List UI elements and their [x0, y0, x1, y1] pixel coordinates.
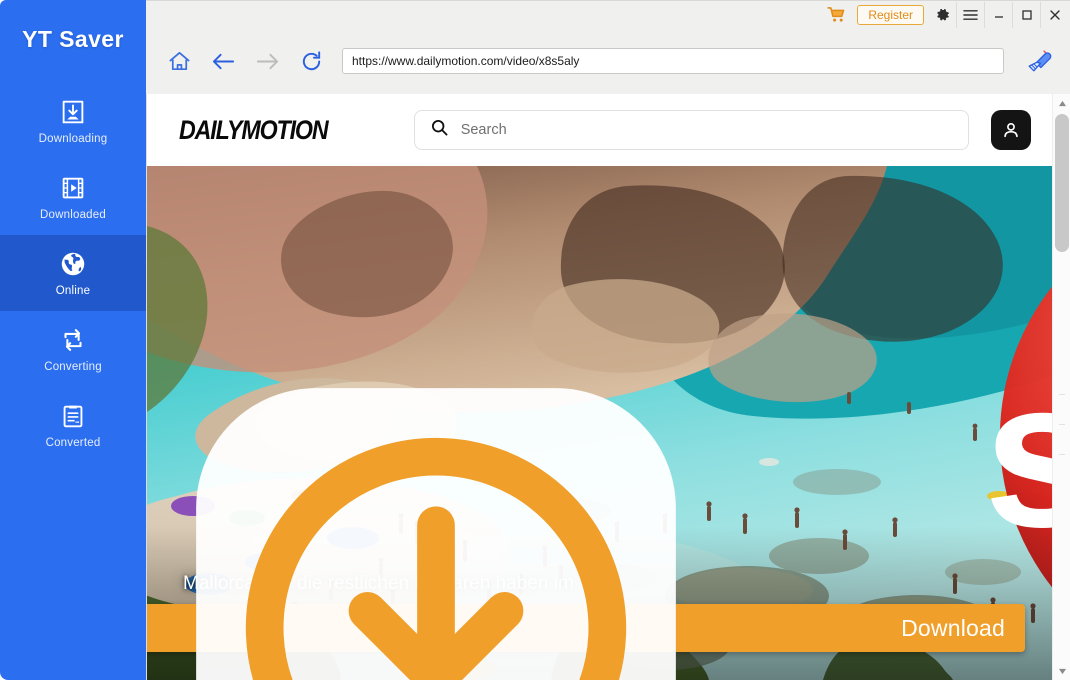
hamburger-menu-icon[interactable] — [956, 1, 984, 28]
scrollbar-thumb[interactable] — [1055, 114, 1069, 252]
sidebar-item-label: Online — [55, 285, 91, 297]
download-circle-icon — [147, 371, 889, 680]
browser-page: DAILYMOTION Search Download — [146, 94, 1070, 680]
broom-icon[interactable] — [1022, 44, 1056, 78]
sidebar-item-converting[interactable]: Converting — [0, 311, 146, 387]
user-avatar-icon[interactable] — [991, 110, 1031, 150]
maximize-icon[interactable] — [1012, 1, 1040, 28]
window-titlebar: Register — [146, 0, 1070, 28]
app-brand-title: YT Saver — [22, 26, 124, 52]
download-button-label: Download — [901, 614, 1005, 641]
film-play-icon — [58, 173, 88, 203]
download-button[interactable]: Download — [147, 388, 1025, 680]
sidebar-item-downloading[interactable]: Downloading — [0, 83, 146, 159]
yt-saver-window: YT Saver Downloading Downloaded Online C… — [0, 0, 1070, 680]
search-icon — [431, 119, 448, 141]
sidebar-item-label: Converting — [44, 361, 102, 373]
document-list-icon — [58, 401, 88, 431]
loop-arrows-icon — [58, 325, 88, 355]
sidebar-item-label: Downloaded — [40, 209, 106, 221]
sidebar-item-label: Downloading — [38, 133, 108, 145]
shopping-cart-icon[interactable] — [821, 3, 851, 27]
sidebar-item-online[interactable]: Online — [0, 235, 146, 311]
browser-toolbar: https://www.dailymotion.com/video/x8s5al… — [146, 28, 1070, 94]
search-placeholder: Search — [460, 122, 507, 138]
sidebar-item-downloaded[interactable]: Downloaded — [0, 159, 146, 235]
sidebar-item-label: Converted — [45, 437, 101, 449]
page-scrollbar[interactable] — [1052, 94, 1070, 680]
video-player[interactable]: spot on news Mallorca und die restlichen… — [147, 166, 1053, 680]
register-button[interactable]: Register — [857, 4, 924, 25]
globe-icon — [58, 249, 88, 279]
close-icon[interactable] — [1040, 1, 1068, 28]
search-input[interactable]: Search — [413, 110, 969, 150]
reload-icon[interactable] — [296, 46, 326, 76]
url-input[interactable]: https://www.dailymotion.com/video/x8s5al… — [342, 48, 1004, 74]
home-icon[interactable] — [164, 46, 194, 76]
arrow-left-icon[interactable] — [208, 46, 238, 76]
sidebar-nav: Downloading Downloaded Online Converting… — [0, 83, 146, 463]
scroll-down-arrow-icon[interactable] — [1053, 662, 1070, 680]
dailymotion-logo[interactable]: DAILYMOTION — [179, 115, 329, 146]
arrow-right-icon — [252, 46, 282, 76]
sidebar-item-converted[interactable]: Converted — [0, 387, 146, 463]
minimize-icon[interactable] — [984, 1, 1012, 28]
download-box-icon — [58, 97, 88, 127]
svg-text:spot: spot — [984, 336, 1053, 571]
spot-on-news-watermark: spot on news — [919, 180, 1053, 589]
scroll-up-arrow-icon[interactable] — [1053, 94, 1070, 112]
gear-icon[interactable] — [930, 2, 956, 28]
sidebar: YT Saver Downloading Downloaded Online C… — [0, 0, 146, 680]
dailymotion-header: DAILYMOTION Search — [147, 94, 1053, 166]
